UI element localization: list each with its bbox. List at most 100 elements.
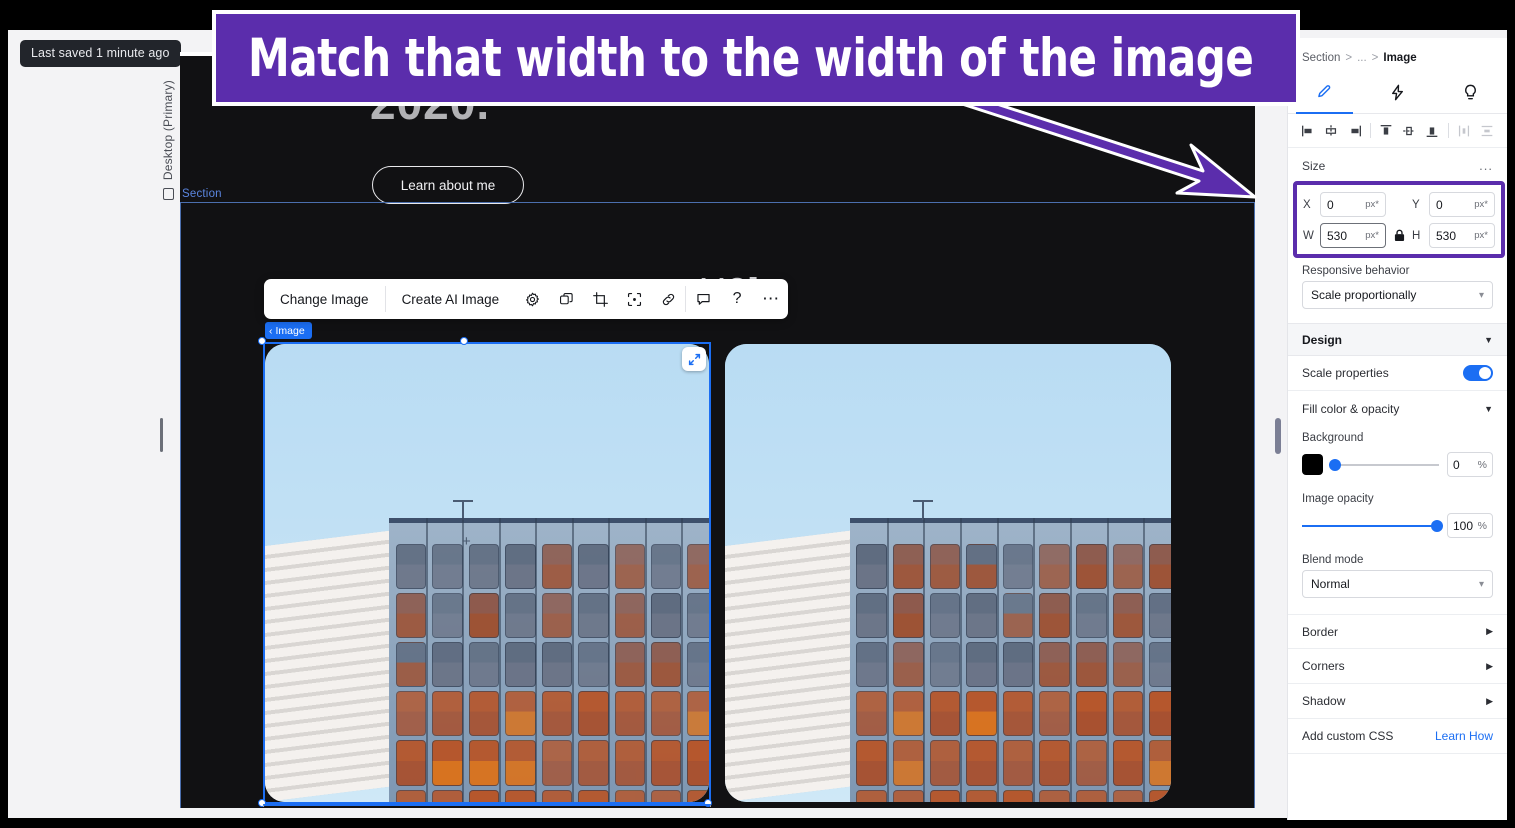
x-unit: px* [1365, 199, 1379, 210]
panel-tabs[interactable] [1288, 72, 1507, 114]
design-heading: Design [1302, 332, 1343, 347]
image-opacity-field[interactable]: 100 % [1447, 513, 1493, 538]
align-top-icon[interactable] [1376, 120, 1396, 141]
settings-gear-icon[interactable] [515, 279, 549, 319]
align-bottom-icon[interactable] [1422, 120, 1442, 141]
alignment-toolbar[interactable] [1288, 114, 1507, 148]
lock-closed-icon[interactable] [1391, 229, 1407, 242]
photo-window [856, 592, 888, 639]
breadcrumb-ellipsis[interactable]: ... [1357, 52, 1367, 64]
focal-point-icon[interactable] [617, 279, 651, 319]
distribute-horizontal-icon[interactable] [1454, 120, 1474, 141]
tab-insights[interactable] [1434, 72, 1507, 113]
background-controls[interactable]: 0 % [1288, 448, 1507, 487]
percent-unit-2: % [1477, 519, 1487, 532]
caret-right-icon-shadow[interactable]: ▶ [1486, 696, 1493, 707]
photo-window [929, 642, 961, 688]
photo-window [1039, 543, 1071, 589]
caret-right-icon-border[interactable]: ▶ [1486, 626, 1493, 637]
scale-properties-label: Scale properties [1302, 366, 1389, 380]
panel-scrollbar[interactable] [1275, 418, 1281, 454]
photo2-building-main [849, 500, 1171, 802]
photo-window [856, 740, 888, 786]
corners-row[interactable]: Corners ▶ [1288, 649, 1507, 684]
background-color-swatch[interactable] [1302, 454, 1323, 475]
breadcrumb[interactable]: Section > ... > Image [1288, 44, 1507, 72]
design-section-header[interactable]: Design ▼ [1288, 323, 1507, 356]
device-label: Desktop (Primary) [161, 80, 175, 181]
size-row-wh[interactable]: W 530 px* H 530 px* [1303, 223, 1495, 248]
container-dashed-bounds [263, 804, 711, 808]
selection-badge[interactable]: ‹ Image [265, 322, 312, 339]
photo-window [929, 592, 961, 639]
w-field[interactable]: 530 px* [1320, 223, 1386, 248]
responsive-behavior-select[interactable]: Scale proportionally ▾ [1302, 281, 1493, 309]
fill-color-opacity-label: Fill color & opacity [1302, 401, 1400, 416]
size-more-icon[interactable]: ... [1479, 158, 1493, 173]
align-divider-2 [1447, 123, 1449, 138]
crop-icon[interactable] [583, 279, 617, 319]
align-center-horizontal-icon[interactable] [1321, 120, 1341, 141]
right-letterbox [1507, 0, 1515, 828]
scale-properties-toggle[interactable] [1463, 365, 1493, 381]
breadcrumb-root[interactable]: Section [1302, 52, 1340, 64]
photo-window [1076, 543, 1107, 589]
change-image-button[interactable]: Change Image [264, 279, 385, 319]
shadow-label: Shadow [1302, 694, 1346, 708]
link-icon[interactable] [651, 279, 685, 319]
comment-icon[interactable] [686, 279, 720, 319]
photo-window [1002, 740, 1034, 786]
photo-window [1112, 543, 1144, 589]
resize-handle-top-center[interactable] [460, 337, 468, 345]
tab-interactions[interactable] [1361, 72, 1434, 113]
photo-window [929, 543, 961, 589]
align-middle-vertical-icon[interactable] [1399, 120, 1419, 141]
properties-panel[interactable]: Section > ... > Image Size ... Responsiv… [1287, 38, 1507, 820]
canvas-resize-handle[interactable] [160, 418, 163, 452]
border-row[interactable]: Border ▶ [1288, 614, 1507, 649]
resize-handle-top-left[interactable] [258, 337, 266, 345]
breadcrumb-sep-2: > [1371, 52, 1379, 64]
fill-color-opacity-row[interactable]: Fill color & opacity ▼ [1288, 391, 1507, 426]
align-left-icon[interactable] [1298, 120, 1318, 141]
photo-window [856, 642, 888, 688]
y-label: Y [1412, 198, 1420, 211]
create-ai-image-button[interactable]: Create AI Image [386, 279, 516, 319]
size-row-xy[interactable]: X 0 px* Y 0 px* [1303, 192, 1495, 217]
background-opacity-slider[interactable] [1329, 458, 1439, 471]
blend-mode-select[interactable]: Normal ▾ [1302, 570, 1493, 598]
image-element-second[interactable] [723, 342, 1173, 804]
background-opacity-field[interactable]: 0 % [1447, 452, 1493, 477]
duplicate-layers-icon[interactable] [549, 279, 583, 319]
device-rail[interactable]: Desktop (Primary) [156, 80, 180, 280]
scale-properties-row[interactable]: Scale properties [1288, 356, 1507, 391]
caret-right-icon-corners[interactable]: ▶ [1486, 661, 1493, 672]
learn-about-me-button[interactable]: Learn about me [372, 166, 524, 204]
h-field[interactable]: 530 px* [1429, 223, 1495, 248]
photo-window [966, 642, 997, 688]
help-icon[interactable]: ? [720, 279, 754, 319]
caret-down-icon[interactable]: ▼ [1484, 335, 1493, 345]
learn-how-link[interactable]: Learn How [1435, 729, 1493, 743]
photo2-building-left [725, 528, 864, 802]
size-fields-highlight[interactable]: X 0 px* Y 0 px* W 530 px* H 530 px* [1293, 181, 1505, 258]
more-options-icon[interactable]: ⋯ [754, 279, 788, 319]
photo-window [893, 740, 924, 786]
image-opacity-slider[interactable] [1302, 519, 1443, 532]
photo-window [1076, 592, 1107, 639]
shadow-row[interactable]: Shadow ▶ [1288, 684, 1507, 719]
photo-window [1002, 592, 1034, 639]
align-right-icon[interactable] [1345, 120, 1365, 141]
photo-window [1002, 691, 1034, 737]
caret-down-icon-fill[interactable]: ▼ [1484, 404, 1493, 414]
custom-css-row[interactable]: Add custom CSS Learn How [1288, 719, 1507, 754]
image-opacity-controls[interactable]: 100 % [1288, 509, 1507, 548]
percent-unit: % [1477, 458, 1487, 471]
photo-window [966, 740, 997, 786]
chevron-down-icon: ▾ [1478, 289, 1484, 301]
y-field[interactable]: 0 px* [1429, 192, 1495, 217]
distribute-vertical-icon[interactable] [1477, 120, 1497, 141]
selected-image-frame[interactable]: + [258, 337, 712, 808]
x-field[interactable]: 0 px* [1320, 192, 1386, 217]
image-floating-toolbar[interactable]: Change Image Create AI Image ? ⋯ [264, 279, 789, 319]
